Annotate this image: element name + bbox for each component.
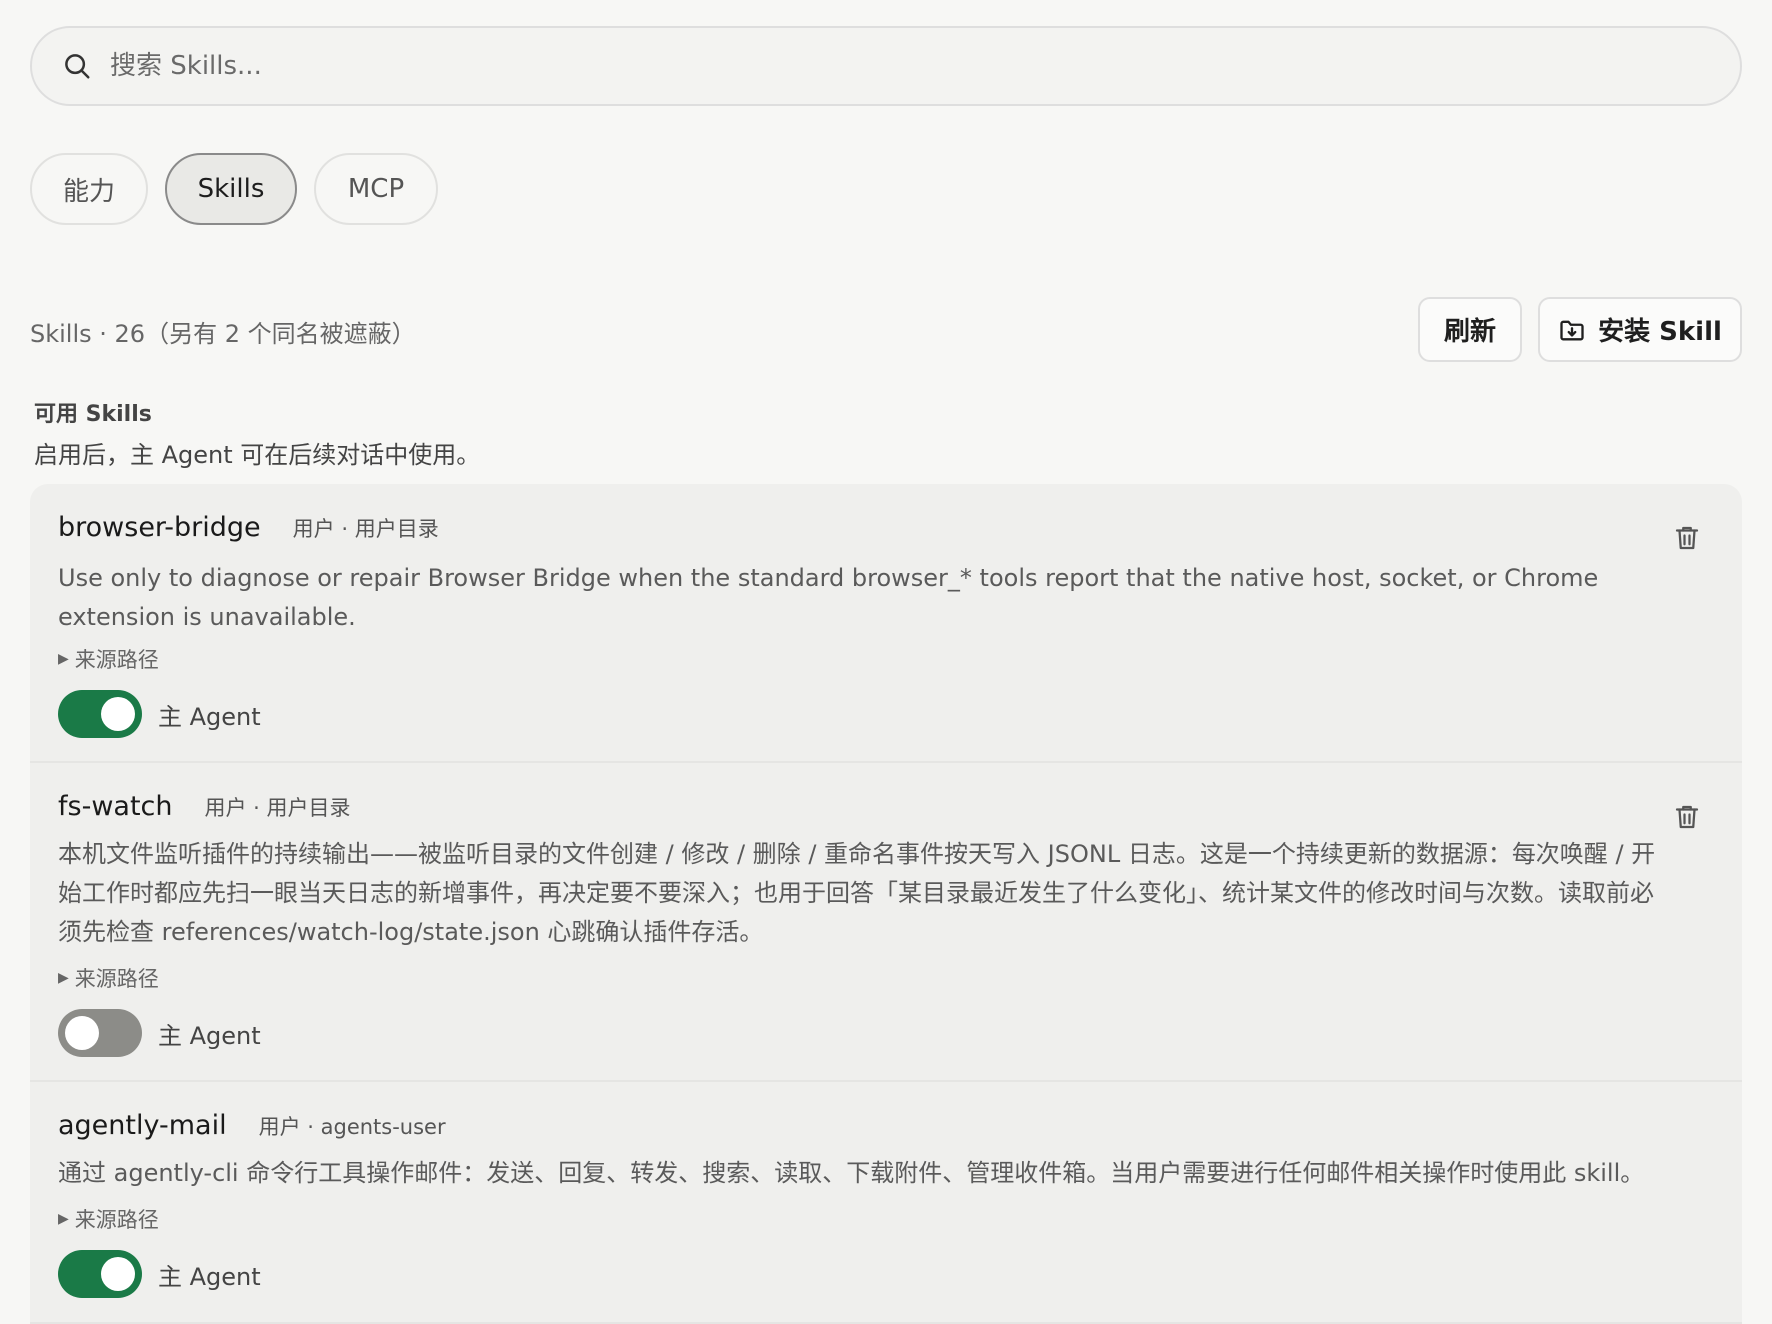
skill-name: browser-bridge (58, 512, 261, 543)
source-path-toggle[interactable]: ▶ 来源路径 (58, 1204, 159, 1234)
agent-toggle-row: 主 Agent (58, 1009, 261, 1057)
skill-header: fs-watch 用户 · 用户目录 (58, 791, 351, 822)
skill-meta: 用户 · 用户目录 (292, 517, 439, 541)
skill-meta: 用户 · 用户目录 (204, 796, 351, 820)
section-title: 可用 Skills (34, 402, 152, 427)
skill-name: fs-watch (58, 791, 173, 822)
search-bar[interactable] (30, 26, 1742, 106)
triangle-right-icon: ▶ (58, 970, 69, 986)
trash-icon[interactable] (1672, 801, 1702, 833)
toggle-knob (101, 697, 135, 731)
folder-download-icon (1560, 320, 1584, 340)
skill-description: 本机文件监听插件的持续输出——被监听目录的文件创建 / 修改 / 删除 / 重命… (58, 840, 1656, 946)
skill-name: agently-mail (58, 1110, 227, 1141)
refresh-button[interactable]: 刷新 (1418, 297, 1522, 362)
toggle-knob (101, 1257, 135, 1291)
skill-header: browser-bridge 用户 · 用户目录 (58, 512, 439, 543)
section-description: 启用后，主 Agent 可在后续对话中使用。 (34, 441, 481, 469)
tab-capabilities[interactable]: 能力 (30, 153, 148, 225)
source-path-toggle[interactable]: ▶ 来源路径 (58, 644, 159, 674)
refresh-button-label: 刷新 (1443, 317, 1496, 347)
install-skill-button[interactable]: 安装 Skill (1538, 297, 1742, 362)
main-agent-toggle[interactable] (58, 690, 142, 738)
tab-mcp[interactable]: MCP (314, 153, 438, 225)
main-agent-toggle[interactable] (58, 1009, 142, 1057)
skill-meta: 用户 · agents-user (258, 1115, 446, 1139)
agent-toggle-row: 主 Agent (58, 690, 261, 738)
skill-description: 通过 agently-cli 命令行工具操作邮件：发送、回复、转发、搜索、读取、… (58, 1159, 1645, 1187)
tab-skills[interactable]: Skills (165, 153, 297, 225)
triangle-right-icon: ▶ (58, 651, 69, 667)
agent-toggle-row: 主 Agent (58, 1250, 261, 1298)
skills-count-summary: Skills · 26（另有 2 个同名被遮蔽） (30, 320, 416, 348)
category-tabs: 能力 Skills MCP (30, 153, 438, 225)
toggle-label: 主 Agent (158, 1262, 261, 1291)
skill-header: agently-mail 用户 · agents-user (58, 1110, 446, 1141)
skill-card-fs-watch: fs-watch 用户 · 用户目录 本机文件监听插件的持续输出——被监听目录的… (30, 763, 1742, 1082)
install-skill-label: 安装 Skill (1598, 317, 1722, 347)
search-icon (65, 54, 90, 79)
main-agent-toggle[interactable] (58, 1250, 142, 1298)
toggle-label: 主 Agent (158, 1021, 261, 1050)
source-path-toggle[interactable]: ▶ 来源路径 (58, 963, 159, 993)
skill-card-browser-bridge: browser-bridge 用户 · 用户目录 Use only to dia… (30, 484, 1742, 763)
skill-card-agently-mail: agently-mail 用户 · agents-user 通过 agently… (30, 1082, 1742, 1324)
source-path-label: 来源路径 (74, 648, 159, 672)
toggle-knob (65, 1016, 99, 1050)
source-path-label: 来源路径 (74, 1208, 159, 1232)
skill-description: Use only to diagnose or repair Browser B… (58, 564, 1599, 631)
search-input[interactable] (110, 51, 1610, 81)
trash-icon[interactable] (1672, 522, 1702, 554)
triangle-right-icon: ▶ (58, 1211, 69, 1227)
source-path-label: 来源路径 (74, 967, 159, 991)
toggle-label: 主 Agent (158, 702, 261, 731)
